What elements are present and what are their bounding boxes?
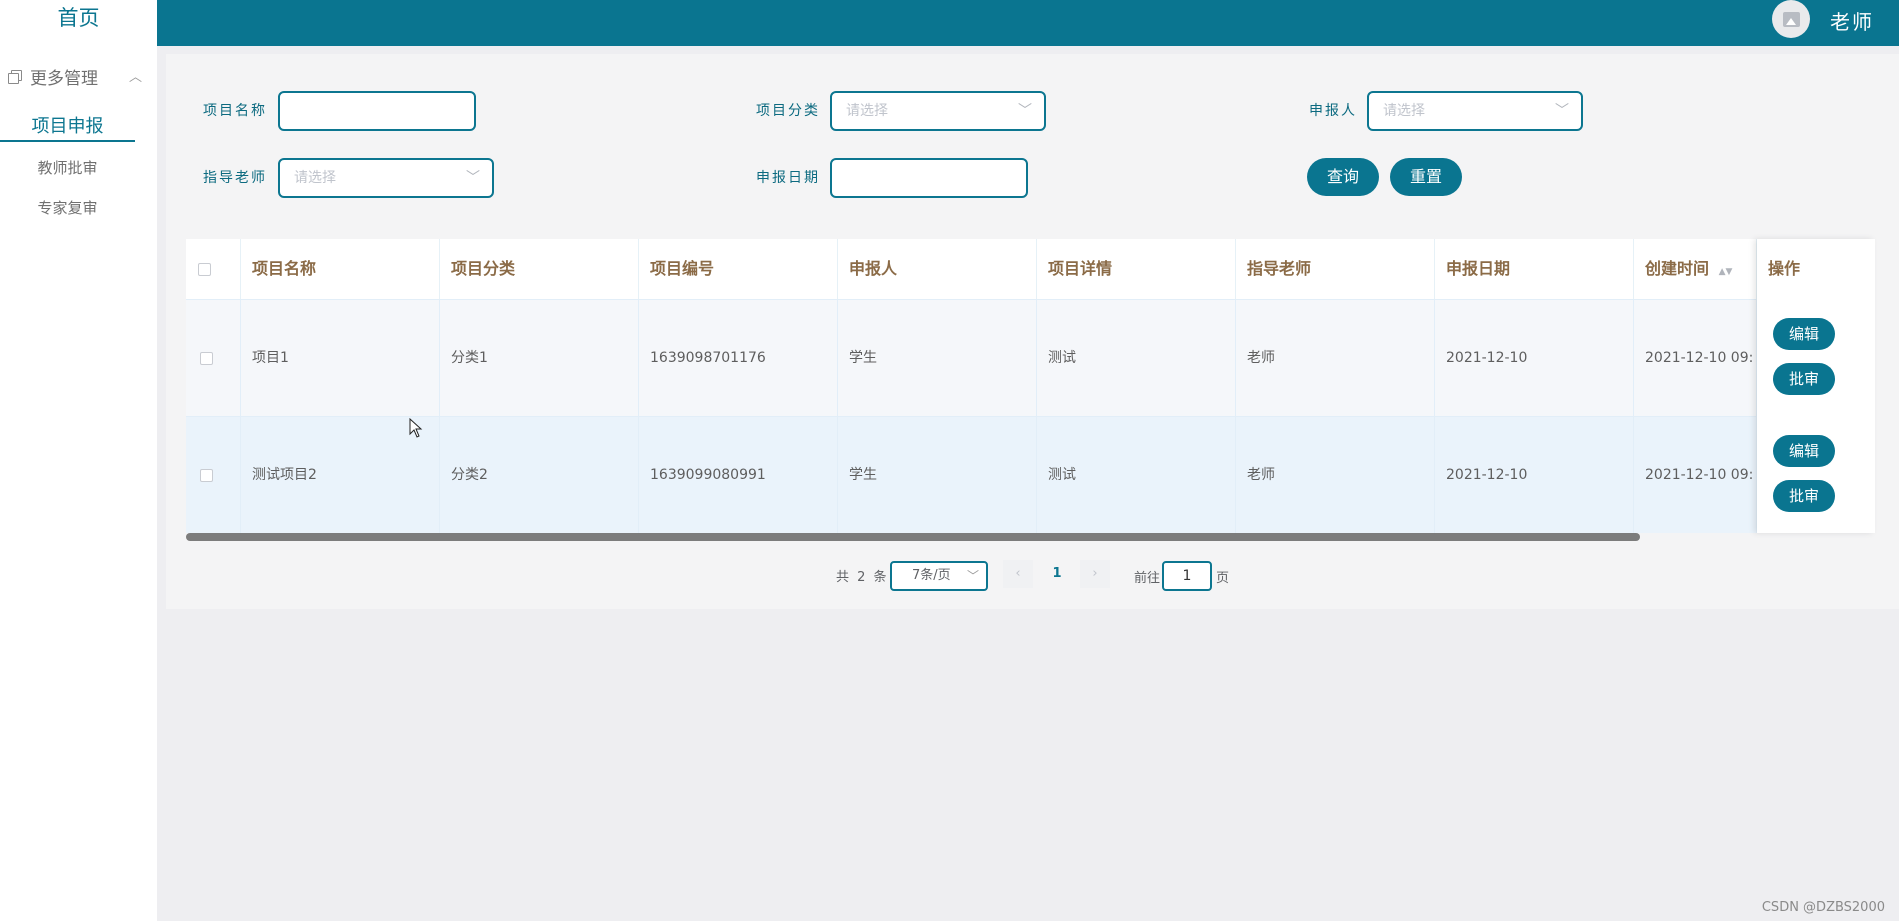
username[interactable]: 老师 <box>1830 6 1874 35</box>
sidebar-item-project-application[interactable]: 项目申报 <box>0 112 135 142</box>
sidebar-group-label: 更多管理 <box>30 68 98 89</box>
table-row: 项目1 分类1 1639098701176 学生 测试 老师 2021-12-1… <box>186 299 1875 416</box>
column-header-applicant: 申报人 <box>838 239 1037 299</box>
column-header-code: 项目编号 <box>639 239 838 299</box>
row-checkbox[interactable] <box>200 469 213 482</box>
project-name-label: 项目名称 <box>203 103 267 119</box>
column-header-project-name: 项目名称 <box>241 239 440 299</box>
row-select-cell <box>186 416 241 533</box>
chevron-down-icon: ﹀ <box>1018 103 1032 119</box>
project-category-placeholder: 请选择 <box>846 103 888 119</box>
review-button[interactable]: 批审 <box>1773 480 1835 512</box>
cell-code: 1639098701176 <box>639 299 838 416</box>
goto-prefix: 前往 <box>1134 571 1161 586</box>
prev-page-button[interactable]: ‹ <box>1003 560 1033 588</box>
cell-category: 分类1 <box>440 299 639 416</box>
cell-created-time: 2021-12-10 09: <box>1634 416 1757 533</box>
cell-date: 2021-12-10 <box>1435 416 1634 533</box>
row-checkbox[interactable] <box>200 352 213 365</box>
sidebar-home-link[interactable]: 首页 <box>0 0 157 37</box>
cell-category: 分类2 <box>440 416 639 533</box>
project-category-label: 项目分类 <box>756 103 820 119</box>
edit-button[interactable]: 编辑 <box>1773 318 1835 350</box>
created-time-label: 创建时间 <box>1645 259 1710 278</box>
horizontal-scrollbar[interactable] <box>186 533 1640 541</box>
cell-advisor: 老师 <box>1236 299 1435 416</box>
select-all-cell <box>186 239 241 299</box>
cell-applicant: 学生 <box>838 299 1037 416</box>
row-select-cell <box>186 299 241 416</box>
advisor-placeholder: 请选择 <box>294 170 336 186</box>
sort-icon[interactable]: ▲▼ <box>1719 267 1733 277</box>
table-header: 项目名称 项目分类 项目编号 申报人 项目详情 指导老师 申报日期 创建时间 ▲… <box>186 239 1875 299</box>
watermark: CSDN @DZBS2000 <box>1761 900 1885 915</box>
advisor-label: 指导老师 <box>203 170 267 186</box>
chevron-down-icon: ﹀ <box>466 170 480 186</box>
page-size-value: 7条/页 <box>912 568 951 583</box>
chevron-down-icon: ﹀ <box>1555 103 1569 119</box>
copy-icon <box>8 69 22 84</box>
cell-applicant: 学生 <box>838 416 1037 533</box>
application-date-label: 申报日期 <box>756 170 820 186</box>
image-icon <box>1782 11 1800 27</box>
project-category-select[interactable]: 请选择 ﹀ <box>830 91 1046 131</box>
applicant-select[interactable]: 请选择 ﹀ <box>1367 91 1583 131</box>
top-header: 老师 <box>157 0 1899 46</box>
operations-column: 操作 编辑 批审 编辑 批审 <box>1757 239 1875 533</box>
query-button[interactable]: 查询 <box>1307 158 1379 196</box>
edit-button[interactable]: 编辑 <box>1773 435 1835 467</box>
pagination-total: 共 2 条 <box>836 570 889 585</box>
next-page-button[interactable]: › <box>1080 560 1110 588</box>
sidebar-group-more-management[interactable]: 更多管理 ︿ <box>8 62 148 90</box>
mouse-cursor-icon <box>409 418 423 438</box>
cell-code: 1639099080991 <box>639 416 838 533</box>
select-all-checkbox[interactable] <box>198 263 211 276</box>
table-row: 测试项目2 分类2 1639099080991 学生 测试 老师 2021-12… <box>186 416 1875 533</box>
page-number-current[interactable]: 1 <box>1042 560 1072 588</box>
column-header-created-time[interactable]: 创建时间 ▲▼ <box>1634 239 1757 299</box>
cell-date: 2021-12-10 <box>1435 299 1634 416</box>
cell-detail: 测试 <box>1037 416 1236 533</box>
column-header-actions: 操作 <box>1768 259 1801 278</box>
column-header-advisor: 指导老师 <box>1236 239 1435 299</box>
applicant-placeholder: 请选择 <box>1383 103 1425 119</box>
sidebar-item-teacher-review[interactable]: 教师批审 <box>0 157 135 178</box>
goto-page-input[interactable]: 1 <box>1162 561 1212 591</box>
column-header-category: 项目分类 <box>440 239 639 299</box>
cell-advisor: 老师 <box>1236 416 1435 533</box>
page-size-select[interactable]: 7条/页 ﹀ <box>890 561 988 591</box>
sidebar: 首页 更多管理 ︿ 项目申报 教师批审 专家复审 <box>0 0 157 921</box>
sidebar-item-expert-review[interactable]: 专家复审 <box>0 197 135 218</box>
cell-created-time: 2021-12-10 09: <box>1634 299 1757 416</box>
project-table: 项目名称 项目分类 项目编号 申报人 项目详情 指导老师 申报日期 创建时间 ▲… <box>186 239 1875 539</box>
project-name-input[interactable] <box>278 91 476 131</box>
advisor-select[interactable]: 请选择 ﹀ <box>278 158 494 198</box>
column-header-detail: 项目详情 <box>1037 239 1236 299</box>
cell-detail: 测试 <box>1037 299 1236 416</box>
goto-suffix: 页 <box>1216 571 1230 586</box>
application-date-input[interactable] <box>830 158 1028 198</box>
avatar[interactable] <box>1772 0 1810 38</box>
chevron-down-icon: ﹀ <box>966 569 979 583</box>
reset-button[interactable]: 重置 <box>1390 158 1462 196</box>
column-header-date: 申报日期 <box>1435 239 1634 299</box>
cell-project-name: 项目1 <box>241 299 440 416</box>
review-button[interactable]: 批审 <box>1773 363 1835 395</box>
applicant-label: 申报人 <box>1309 103 1357 119</box>
chevron-up-icon: ︿ <box>128 70 142 85</box>
